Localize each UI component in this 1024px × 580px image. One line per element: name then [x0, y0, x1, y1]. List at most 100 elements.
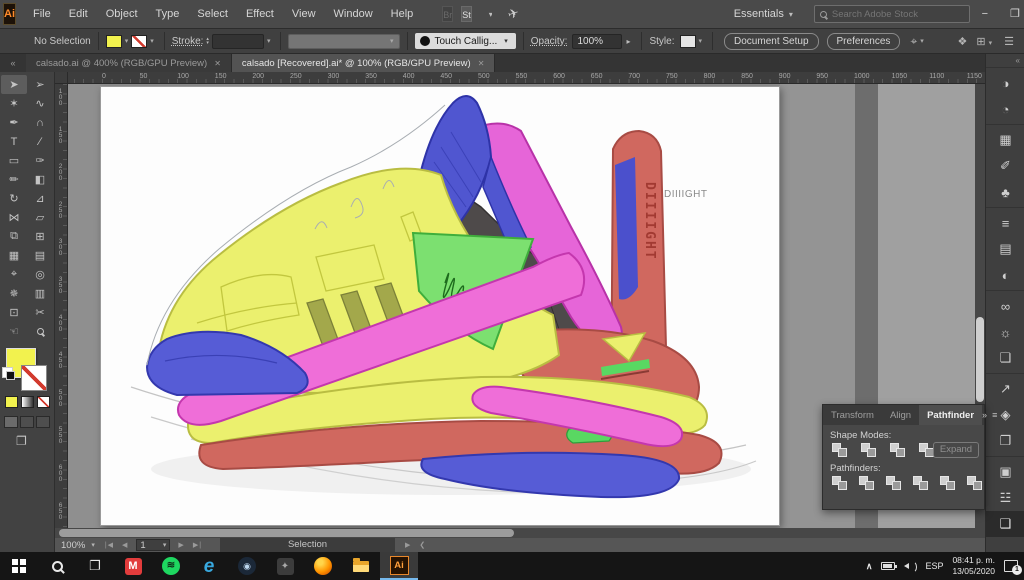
color-button[interactable] [5, 396, 18, 408]
tab-pathfinder[interactable]: Pathfinder [919, 405, 982, 425]
unite-button[interactable] [831, 443, 851, 458]
panel-double-arrow-icon[interactable]: » [982, 410, 987, 420]
notification-center-icon[interactable]: 1 [1004, 560, 1018, 572]
chevron-down-icon[interactable]: ▾ [699, 37, 703, 45]
width-tool[interactable]: ⋈ [1, 208, 27, 227]
menu-view[interactable]: View [283, 8, 325, 20]
status-expand-icon[interactable]: ▶ [405, 541, 411, 549]
pathfinder-panel-button[interactable]: ❑ [986, 511, 1024, 537]
brushes-panel-button[interactable]: ✐ [986, 153, 1024, 179]
stroke-panel-button[interactable]: ≡ [986, 210, 1024, 236]
tray-expand-icon[interactable]: ∧ [866, 561, 873, 572]
libraries-panel-button[interactable]: ∞ [986, 293, 1024, 319]
menu-icon[interactable]: ☰ [1004, 35, 1014, 48]
tab-close-icon[interactable]: ✕ [478, 59, 485, 68]
stroke-swatch[interactable] [21, 365, 47, 391]
trim-button[interactable] [858, 476, 876, 491]
minus-front-button[interactable] [860, 443, 880, 458]
default-fill-stroke-icon[interactable] [2, 367, 13, 378]
volume-icon[interactable] [904, 561, 916, 571]
hand-tool[interactable]: ☜ [1, 322, 27, 341]
last-artboard-icon[interactable]: ▶| [193, 541, 202, 549]
stroke-weight-label[interactable]: Stroke: [172, 36, 204, 47]
free-transform-tool[interactable]: ▱ [27, 208, 53, 227]
symbol-sprayer-tool[interactable]: ✵ [1, 284, 27, 303]
opacity-panel-arrow-icon[interactable]: ▸ [626, 37, 630, 46]
slice-tool[interactable]: ✂ [27, 303, 53, 322]
artboard-navigation-field[interactable]: 1 ▾ [136, 539, 170, 551]
selection-tool[interactable]: ➤ [1, 75, 27, 94]
appearance-panel-button[interactable]: ☼ [986, 319, 1024, 345]
color-panel-button[interactable]: ◑ [986, 70, 1024, 96]
tab-close-icon[interactable]: ✕ [214, 59, 221, 68]
menu-edit[interactable]: Edit [60, 8, 97, 20]
intersect-button[interactable] [889, 443, 909, 458]
stroke-weight-field[interactable] [212, 34, 264, 49]
mesh-tool[interactable]: ▦ [1, 246, 27, 265]
zoom-level[interactable]: 100% [61, 540, 85, 551]
chevron-down-icon[interactable]: ▾ [125, 37, 129, 45]
pencil-tool[interactable]: ✏ [1, 170, 27, 189]
transform-panel-button[interactable]: ▣ [986, 459, 1024, 485]
battery-icon[interactable] [881, 562, 895, 570]
menu-file[interactable]: File [24, 8, 60, 20]
menu-effect[interactable]: Effect [237, 8, 283, 20]
ruler-origin[interactable] [55, 72, 68, 84]
taskbar-search[interactable] [38, 552, 76, 580]
horizontal-scrollbar-thumb[interactable] [59, 529, 514, 537]
chevron-down-icon[interactable]: ▾ [150, 37, 154, 45]
panel-menu-icon[interactable]: ≡ [992, 410, 997, 420]
workspace-switcher[interactable]: Essentials ▾ [734, 8, 796, 20]
expand-button[interactable]: Expand [933, 442, 979, 458]
swatches-panel-button[interactable]: ▦ [986, 127, 1024, 153]
taskbar-edge[interactable]: e [190, 552, 228, 580]
panel-layout-icon[interactable]: ⊞▾ [976, 35, 995, 48]
minus-back-button[interactable] [966, 476, 984, 491]
line-segment-tool[interactable]: ∕ [27, 132, 53, 151]
stepper-down-icon[interactable]: ▾ [206, 41, 209, 45]
graph-tool[interactable]: ▥ [27, 284, 53, 303]
rotate-tool[interactable]: ↻ [1, 189, 27, 208]
opacity-label[interactable]: Opacity: [531, 36, 568, 47]
opacity-field[interactable]: 100% [572, 34, 622, 49]
menu-object[interactable]: Object [97, 8, 147, 20]
chevron-down-icon[interactable]: ▾ [267, 37, 271, 45]
stroke-color-swatch[interactable] [131, 35, 147, 48]
collapse-dock-icon[interactable]: « [986, 54, 1024, 67]
paintbrush-tool[interactable]: ✑ [27, 151, 53, 170]
crop-button[interactable] [912, 476, 930, 491]
taskbar-spotify[interactable]: ≋ [152, 552, 190, 580]
share-icon[interactable]: ✈ [506, 5, 521, 24]
artboard[interactable]: DIIIIGHT [100, 86, 780, 526]
previous-artboard-icon[interactable]: ◀ [122, 541, 128, 549]
taskbar-illustrator[interactable]: Ai [380, 552, 418, 580]
language-indicator[interactable]: ESP [925, 561, 943, 571]
export-panel-button[interactable]: ↗ [986, 376, 1024, 402]
collapse-tabs-icon[interactable]: « [0, 54, 26, 72]
taskbar-file-explorer[interactable] [342, 552, 380, 580]
menu-select[interactable]: Select [188, 8, 237, 20]
tab-calsado[interactable]: calsado.ai @ 400% (RGB/GPU Preview) ✕ [26, 54, 232, 72]
status-collapse-icon[interactable]: ❮ [419, 541, 426, 549]
horizontal-scrollbar[interactable] [55, 528, 985, 538]
type-tool[interactable]: T [1, 132, 27, 151]
arrange-icon[interactable]: ❖ [958, 35, 968, 48]
menu-type[interactable]: Type [147, 8, 189, 20]
shape-builder-tool[interactable]: ⧉ [1, 227, 27, 246]
taskbar-steam[interactable]: ◉ [228, 552, 266, 580]
first-artboard-icon[interactable]: |◀ [105, 541, 114, 549]
merge-button[interactable] [885, 476, 903, 491]
restore-button[interactable]: ❐ [1000, 0, 1024, 28]
perspective-grid-tool[interactable]: ⊞ [27, 227, 53, 246]
fill-color-swatch[interactable] [106, 35, 122, 48]
rectangle-tool[interactable]: ▭ [1, 151, 27, 170]
tab-align[interactable]: Align [882, 405, 919, 425]
symbols-panel-button[interactable]: ♣ [986, 179, 1024, 205]
gradient-panel-button[interactable]: ▤ [986, 236, 1024, 262]
magic-wand-tool[interactable]: ✶ [1, 94, 27, 113]
vertical-scrollbar-thumb[interactable] [976, 317, 984, 402]
search-input[interactable] [832, 9, 964, 20]
direct-selection-tool[interactable]: ➢ [27, 75, 53, 94]
chevron-down-icon[interactable]: ▾ [91, 541, 95, 549]
preferences-button[interactable]: Preferences [827, 33, 901, 50]
